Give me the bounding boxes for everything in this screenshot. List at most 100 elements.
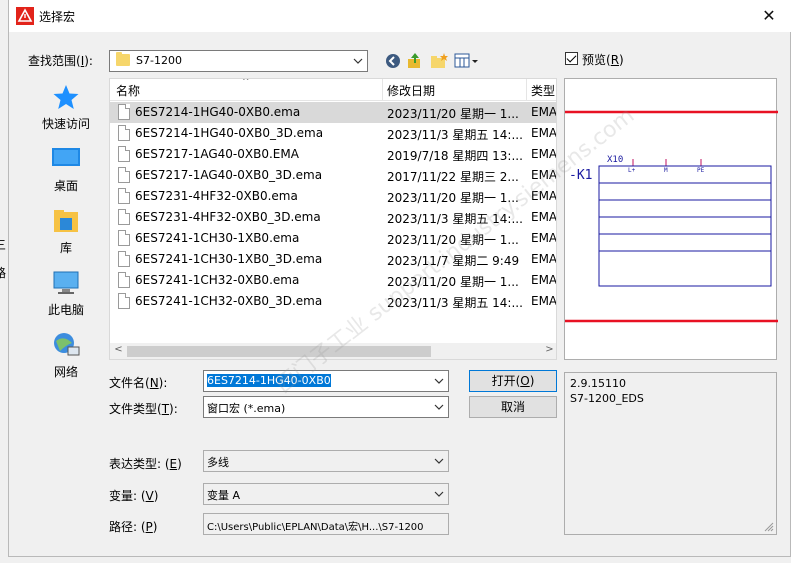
column-header-type[interactable]: 类型 [531, 82, 555, 99]
file-date: 2023/11/3 星期五 14:... [387, 128, 523, 142]
place-desktop[interactable]: 桌面 [23, 139, 109, 201]
file-type: EMA [531, 126, 557, 140]
file-name: 6ES7241-1CH32-0XB0.ema [135, 273, 300, 287]
file-type: EMA [531, 210, 557, 224]
path-label: 路径: (P) [109, 520, 158, 534]
representation-type-value: 多线 [207, 456, 229, 469]
place-label: 此电脑 [47, 303, 84, 317]
representation-type-dropdown[interactable]: 多线 [203, 450, 449, 472]
representation-type-label: 表达类型: (E) [109, 457, 182, 471]
file-list: ^ 名称 修改日期 类型 6ES7214-1HG40-0XB0.ema 2023/… [109, 78, 557, 360]
file-type: EMA [531, 294, 557, 308]
file-row[interactable]: 6ES7241-1CH32-0XB0.ema 2023/11/20 星期一 1..… [110, 270, 556, 291]
look-in-value: S7-1200 [136, 54, 182, 67]
column-header-date[interactable]: 修改日期 [387, 82, 435, 99]
variant-dropdown[interactable]: 变量 A [203, 483, 449, 505]
preview-pane: -K1 X10 L+ M PE [560, 78, 783, 360]
file-name: 6ES7214-1HG40-0XB0_3D.ema [135, 126, 324, 140]
desktop-icon [52, 148, 80, 166]
scrollbar-thumb[interactable] [127, 346, 431, 357]
look-in-dropdown[interactable]: S7-1200 [109, 50, 368, 72]
place-label: 桌面 [53, 179, 78, 193]
file-date: 2023/11/3 星期五 14:... [387, 212, 523, 226]
column-header-name[interactable]: 名称 [116, 82, 140, 99]
file-name: 6ES7217-1AG40-0XB0_3D.ema [135, 168, 323, 182]
file-name: 6ES7214-1HG40-0XB0.ema [135, 105, 301, 119]
place-label: 网络 [53, 365, 78, 379]
file-type: EMA [531, 168, 557, 182]
file-name-value: 6ES7214-1HG40-0XB0 [207, 374, 331, 387]
close-icon: ✕ [762, 6, 776, 25]
file-date: 2023/11/3 星期五 14:... [387, 296, 523, 310]
file-icon [118, 188, 130, 204]
variant-value: 变量 A [207, 489, 241, 502]
place-label: 库 [59, 241, 72, 255]
pin-label: L+ [628, 167, 636, 174]
horizontal-scrollbar[interactable]: < > [110, 343, 556, 359]
file-row[interactable]: 6ES7241-1CH30-1XB0_3D.ema 2023/11/7 星期二 9… [110, 249, 556, 270]
device-tag: -K1 [569, 168, 592, 183]
chevron-down-icon[interactable] [433, 374, 445, 388]
library-icon [54, 210, 78, 232]
eplan-app-icon [16, 7, 34, 25]
file-type: EMA [531, 189, 557, 203]
file-date: 2023/11/20 星期一 1... [387, 233, 519, 247]
place-library[interactable]: 库 [23, 201, 109, 263]
back-icon[interactable] [383, 51, 403, 71]
place-quick-access[interactable]: 快速访问 [23, 77, 109, 139]
file-name-input[interactable]: 6ES7214-1HG40-0XB0 [203, 370, 449, 392]
chevron-down-icon [434, 404, 444, 410]
file-icon [118, 146, 130, 162]
file-icon [118, 251, 130, 267]
column-divider[interactable] [382, 79, 383, 101]
macro-preview-schematic: -K1 X10 L+ M PE [560, 110, 783, 323]
file-row[interactable]: 6ES7214-1HG40-0XB0_3D.ema 2023/11/3 星期五 1… [110, 123, 557, 144]
file-row[interactable]: 6ES7217-1AG40-0XB0_3D.ema 2017/11/22 星期三 … [110, 165, 557, 186]
scroll-right-icon[interactable]: > [541, 344, 556, 359]
file-date: 2023/11/20 星期一 1... [387, 107, 519, 121]
place-this-pc[interactable]: 此电脑 [23, 263, 109, 325]
chevron-down-icon [353, 58, 363, 64]
pin-label: M [664, 167, 668, 174]
preview-label: 预览(R) [582, 53, 624, 67]
column-divider[interactable] [526, 79, 527, 101]
scroll-left-icon[interactable]: < [110, 344, 127, 359]
pin-label: PE [697, 167, 705, 174]
chevron-down-icon [434, 458, 444, 464]
file-row[interactable]: 6ES7241-1CH32-0XB0_3D.ema 2023/11/3 星期五 1… [110, 291, 557, 312]
file-type-dropdown[interactable]: 窗口宏 (*.ema) [203, 396, 449, 418]
file-type-value: 窗口宏 (*.ema) [207, 402, 286, 415]
place-network[interactable]: 网络 [23, 325, 109, 387]
file-type: EMA [531, 231, 557, 245]
file-row[interactable]: 6ES7231-4HF32-0XB0_3D.ema 2023/11/3 星期五 1… [110, 207, 557, 228]
resize-grip-icon[interactable] [764, 522, 774, 532]
view-menu-icon[interactable] [453, 51, 481, 71]
new-folder-icon[interactable] [429, 51, 449, 71]
file-type: EMA [531, 105, 557, 119]
file-icon [118, 293, 130, 309]
quick-access-icon [53, 85, 79, 109]
file-name: 6ES7241-1CH30-1XB0_3D.ema [135, 252, 323, 266]
file-icon [118, 272, 130, 288]
file-row[interactable]: 6ES7231-4HF32-0XB0.ema 2023/11/20 星期一 1..… [110, 186, 557, 207]
file-icon [118, 104, 130, 120]
preview-checkbox[interactable] [565, 52, 578, 65]
file-list-header: ^ 名称 修改日期 类型 [110, 79, 556, 101]
open-button[interactable]: 打开(O) [469, 370, 557, 392]
file-icon [118, 209, 130, 225]
close-button[interactable]: ✕ [746, 0, 791, 31]
part-label: X10 [607, 155, 623, 165]
file-name: 6ES7241-1CH32-0XB0_3D.ema [135, 294, 323, 308]
cancel-button[interactable]: 取消 [469, 396, 557, 418]
file-row[interactable]: 6ES7214-1HG40-0XB0.ema 2023/11/20 星期一 1..… [110, 102, 557, 123]
background-window-fragment: 路 [0, 266, 7, 280]
file-date: 2019/7/18 星期四 13:... [387, 149, 523, 163]
file-name: 6ES7217-1AG40-0XB0.EMA [135, 147, 299, 161]
file-date: 2023/11/7 星期二 9:49 [387, 254, 520, 268]
this-pc-icon [53, 271, 79, 294]
up-folder-icon[interactable] [405, 51, 425, 71]
file-row[interactable]: 6ES7241-1CH30-1XB0.ema 2023/11/20 星期一 1..… [110, 228, 557, 249]
file-row[interactable]: 6ES7217-1AG40-0XB0.EMA 2019/7/18 星期四 13:.… [110, 144, 556, 165]
places-bar: 快速访问 桌面 库 此电脑 网络 [23, 77, 109, 395]
file-type-label: 文件类型(T): [109, 402, 178, 416]
